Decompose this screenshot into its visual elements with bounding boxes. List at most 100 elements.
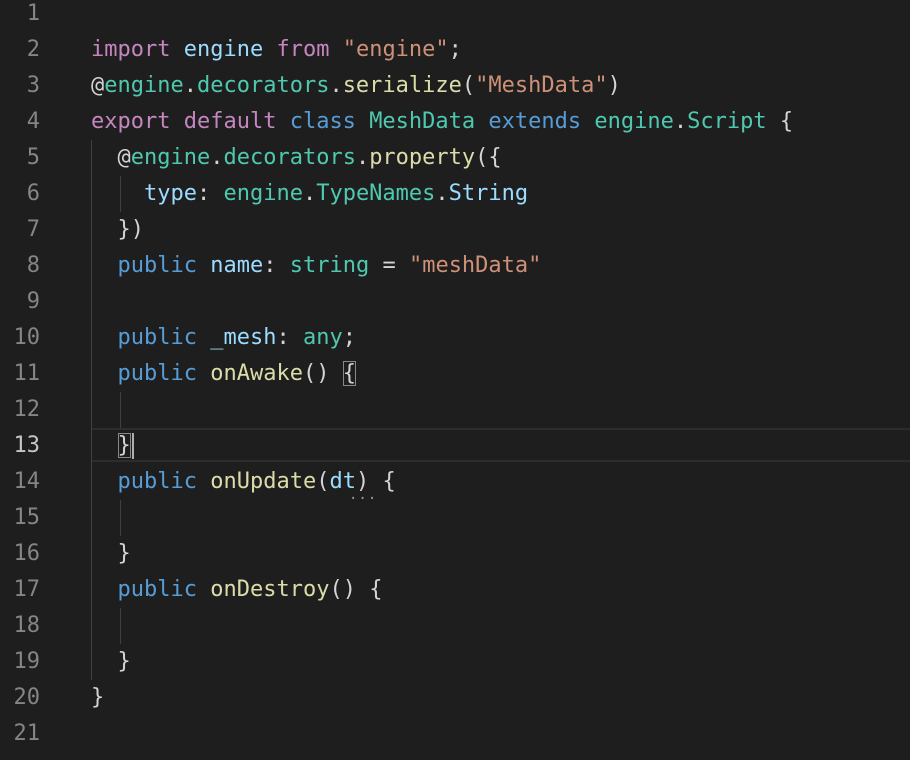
code-line[interactable]: 11 public onAwake() { [0, 356, 910, 392]
code-line[interactable]: 1 [0, 0, 910, 32]
code-token: extends [488, 109, 582, 134]
code-token: : [263, 253, 290, 278]
code-token: export [91, 109, 171, 134]
line-text[interactable]: public name: string = "meshData" [91, 248, 542, 284]
code-line[interactable]: 17 public onDestroy() { [0, 572, 910, 608]
code-token: ; [448, 37, 462, 62]
code-token: . [210, 145, 224, 170]
code-token: = [369, 253, 409, 278]
code-token: ; [342, 325, 356, 350]
line-text[interactable]: type: engine.TypeNames.String [91, 176, 528, 212]
code-token: public [117, 253, 197, 278]
line-number: 4 [26, 109, 40, 134]
code-token: String [448, 181, 529, 206]
code-token: } [91, 541, 131, 566]
line-text[interactable]: }) [91, 212, 144, 248]
line-text[interactable]: public onDestroy() { [91, 572, 383, 608]
code-line[interactable]: 14 public onUpdate(dt) { [0, 464, 910, 500]
code-line[interactable]: 20 } [0, 680, 910, 716]
code-token: engine [130, 145, 211, 170]
code-token: type [143, 181, 197, 206]
code-line[interactable]: 15 [0, 500, 910, 536]
code-token: }) [91, 217, 144, 242]
code-line[interactable]: 12 [0, 392, 910, 428]
line-number: 9 [26, 289, 40, 314]
line-text[interactable]: @engine.decorators.serialize("MeshData") [91, 68, 621, 104]
code-token: property [369, 145, 476, 170]
code-token: engine [104, 73, 184, 98]
code-token: TypeNames [316, 181, 436, 206]
code-token: name [210, 253, 264, 278]
code-token: decorators [223, 145, 356, 170]
code-editor[interactable]: 1 2 import engine from "engine"; 3 @engi… [0, 0, 910, 760]
code-line[interactable]: 8 public name: string = "meshData" [0, 248, 910, 284]
code-line[interactable]: 21 [0, 716, 910, 752]
line-text[interactable]: } [91, 680, 104, 716]
line-text[interactable]: } [91, 644, 131, 680]
code-token: . [183, 73, 197, 98]
code-token: decorators [196, 73, 330, 98]
code-token: public [117, 469, 197, 494]
code-token: Script [687, 109, 767, 134]
line-text[interactable]: import engine from "engine"; [91, 32, 462, 68]
code-line[interactable]: 19 } [0, 644, 910, 680]
line-number: 16 [13, 541, 41, 566]
code-token: @ [91, 73, 105, 98]
line-number: 3 [26, 73, 40, 98]
code-token: "MeshData" [475, 73, 608, 98]
code-token: ({ [475, 145, 502, 170]
code-line-active[interactable]: 13 } [0, 428, 910, 464]
line-text[interactable]: public _mesh: any; [91, 320, 356, 356]
code-line[interactable]: 3 @engine.decorators.serialize("MeshData… [0, 68, 910, 104]
code-token: _mesh [210, 325, 277, 350]
line-text[interactable]: } [91, 428, 131, 464]
code-token: { [766, 109, 794, 134]
code-token: : [196, 181, 224, 206]
line-number: 19 [13, 649, 41, 674]
code-line[interactable]: 6 type: engine.TypeNames.String [0, 176, 910, 212]
code-token: . [302, 181, 317, 206]
code-token: @ [91, 145, 131, 170]
code-token: import [91, 37, 171, 62]
code-line[interactable]: 2 import engine from "engine"; [0, 32, 910, 68]
matched-bracket: { [342, 361, 356, 386]
code-token: any [302, 325, 343, 350]
line-text[interactable]: } [91, 536, 131, 572]
code-line[interactable]: 9 [0, 284, 910, 320]
matched-bracket: } [117, 433, 131, 458]
code-token: class [289, 109, 356, 134]
code-line[interactable]: 7 }) [0, 212, 910, 248]
code-line[interactable]: 18 [0, 608, 910, 644]
code-line[interactable]: 10 public _mesh: any; [0, 320, 910, 356]
line-number: 1 [26, 1, 40, 26]
code-token: } [91, 649, 131, 674]
code-token: "engine" [342, 37, 449, 62]
code-line[interactable]: 4 export default class MeshData extends … [0, 104, 910, 140]
code-token: () [302, 361, 343, 386]
code-token: MeshData [369, 109, 476, 134]
code-token: ( [316, 469, 330, 494]
line-number: 8 [26, 253, 40, 278]
line-text[interactable]: @engine.decorators.property({ [91, 140, 502, 176]
code-token: serialize [342, 73, 462, 98]
line-number: 21 [13, 721, 41, 746]
code-token: "meshData" [408, 253, 542, 278]
code-line[interactable]: 16 } [0, 536, 910, 572]
line-number: 14 [13, 469, 41, 494]
code-line[interactable]: 5 @engine.decorators.property({ [0, 140, 910, 176]
line-text[interactable]: export default class MeshData extends en… [91, 104, 793, 140]
line-text[interactable]: public onAwake() { [91, 356, 356, 392]
line-number: 18 [13, 613, 41, 638]
